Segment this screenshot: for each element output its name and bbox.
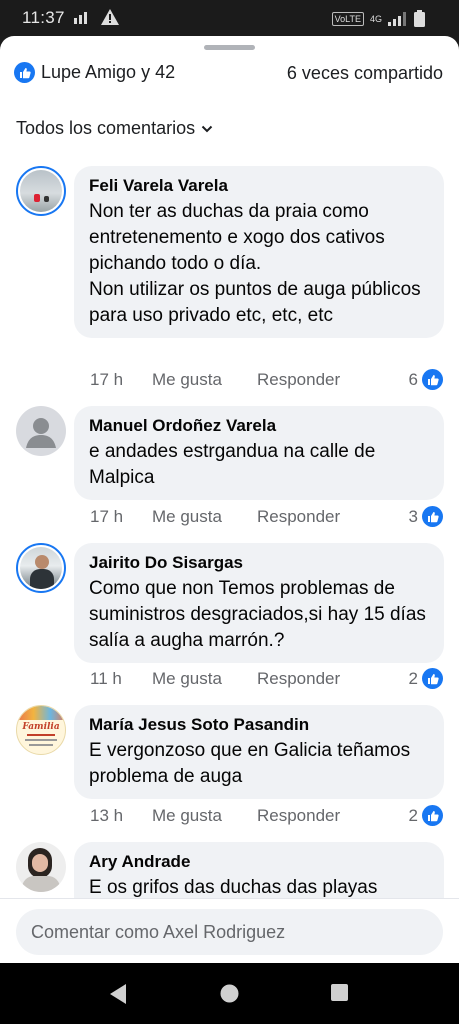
comment-composer[interactable]	[16, 909, 443, 955]
like-button[interactable]: Me gusta	[152, 370, 257, 390]
comment-meta: 17 h Me gusta Responder	[90, 370, 340, 390]
comment-time[interactable]: 13 h	[90, 806, 152, 826]
comment-likes[interactable]: 2	[409, 668, 443, 689]
like-button[interactable]: Me gusta	[152, 669, 257, 689]
avatar-logo-text: Familia	[22, 722, 60, 732]
cell-signal-icon	[388, 11, 406, 26]
home-icon[interactable]	[219, 983, 240, 1004]
avatar[interactable]: Familia	[16, 705, 66, 755]
status-right: VoLTE 4G	[331, 10, 425, 27]
comments-filter-dropdown[interactable]: Todos los comentarios	[16, 118, 213, 139]
comment-bubble[interactable]: Feli Varela Varela Non ter as duchas da …	[74, 166, 444, 338]
filter-label: Todos los comentarios	[16, 118, 196, 138]
comment-composer-bar	[0, 898, 459, 963]
comment-text: e andades estrgandua na calle de Malpica	[89, 441, 376, 488]
comment-bubble[interactable]: Jairito Do Sisargas Como que non Temos p…	[74, 543, 444, 663]
comment-likes[interactable]: 6	[409, 369, 443, 390]
comment-author[interactable]: Manuel Ordoñez Varela	[89, 416, 429, 436]
avatar[interactable]	[16, 166, 66, 216]
comment-time[interactable]: 11 h	[90, 669, 152, 689]
system-nav-bar	[0, 963, 459, 1024]
back-icon[interactable]	[108, 983, 128, 1005]
like-button[interactable]: Me gusta	[152, 507, 257, 527]
chevron-down-icon	[201, 125, 213, 132]
comment-time[interactable]: 17 h	[90, 507, 152, 527]
status-bar: 11:37 VoLTE 4G	[0, 0, 459, 36]
likes-count: 6	[408, 369, 418, 389]
comment-likes[interactable]: 3	[409, 506, 443, 527]
reactions-text: Lupe Amigo y 42	[41, 62, 176, 82]
avatar[interactable]	[16, 842, 66, 892]
comment-author[interactable]: María Jesus Soto Pasandin	[89, 715, 429, 735]
comment-bubble[interactable]: María Jesus Soto Pasandin E vergonzoso q…	[74, 705, 444, 799]
like-reaction-icon	[422, 506, 443, 527]
battery-icon	[414, 10, 425, 27]
signal-icon	[74, 12, 87, 24]
default-avatar-icon	[26, 418, 56, 448]
like-button[interactable]: Me gusta	[152, 806, 257, 826]
comments-sheet: Lupe Amigo y 42 6 veces compartido Todos…	[0, 36, 459, 963]
shares-count[interactable]: 6 veces compartido	[287, 63, 443, 84]
comment-input[interactable]	[31, 921, 443, 943]
comment-likes[interactable]: 2	[409, 805, 443, 826]
reply-button[interactable]: Responder	[257, 370, 340, 390]
like-reaction-icon	[422, 668, 443, 689]
comment-time[interactable]: 17 h	[90, 370, 152, 390]
comment-text: Como que non Temos problemas de suminist…	[89, 578, 426, 651]
comment-bubble[interactable]: Manuel Ordoñez Varela e andades estrgand…	[74, 406, 444, 500]
comment-author[interactable]: Jairito Do Sisargas	[89, 553, 429, 573]
status-time: 11:37	[22, 8, 65, 27]
comment-text: Non ter as duchas da praia como entreten…	[89, 201, 421, 326]
reply-button[interactable]: Responder	[257, 507, 340, 527]
comment-author[interactable]: Ary Andrade	[89, 852, 429, 872]
comment-meta: 13 h Me gusta Responder	[90, 806, 340, 826]
likes-count: 2	[408, 805, 418, 825]
volte-badge: VoLTE	[331, 11, 364, 26]
drag-handle[interactable]	[204, 45, 255, 50]
warning-icon	[101, 9, 119, 25]
comment-author[interactable]: Feli Varela Varela	[89, 176, 429, 196]
reply-button[interactable]: Responder	[257, 806, 340, 826]
reply-button[interactable]: Responder	[257, 669, 340, 689]
reactions-summary[interactable]: Lupe Amigo y 42	[14, 62, 175, 83]
like-reaction-icon	[422, 369, 443, 390]
like-reaction-icon	[14, 62, 35, 83]
like-reaction-icon	[422, 805, 443, 826]
avatar[interactable]	[16, 543, 66, 593]
comment-meta: 11 h Me gusta Responder	[90, 669, 340, 689]
likes-count: 3	[408, 506, 418, 526]
recents-icon[interactable]	[330, 983, 349, 1002]
network-type: 4G	[369, 13, 382, 24]
comment-text: E vergonzoso que en Galicia teñamos prob…	[89, 740, 411, 787]
likes-count: 2	[408, 668, 418, 688]
avatar[interactable]	[16, 406, 66, 456]
comment-meta: 17 h Me gusta Responder	[90, 507, 340, 527]
